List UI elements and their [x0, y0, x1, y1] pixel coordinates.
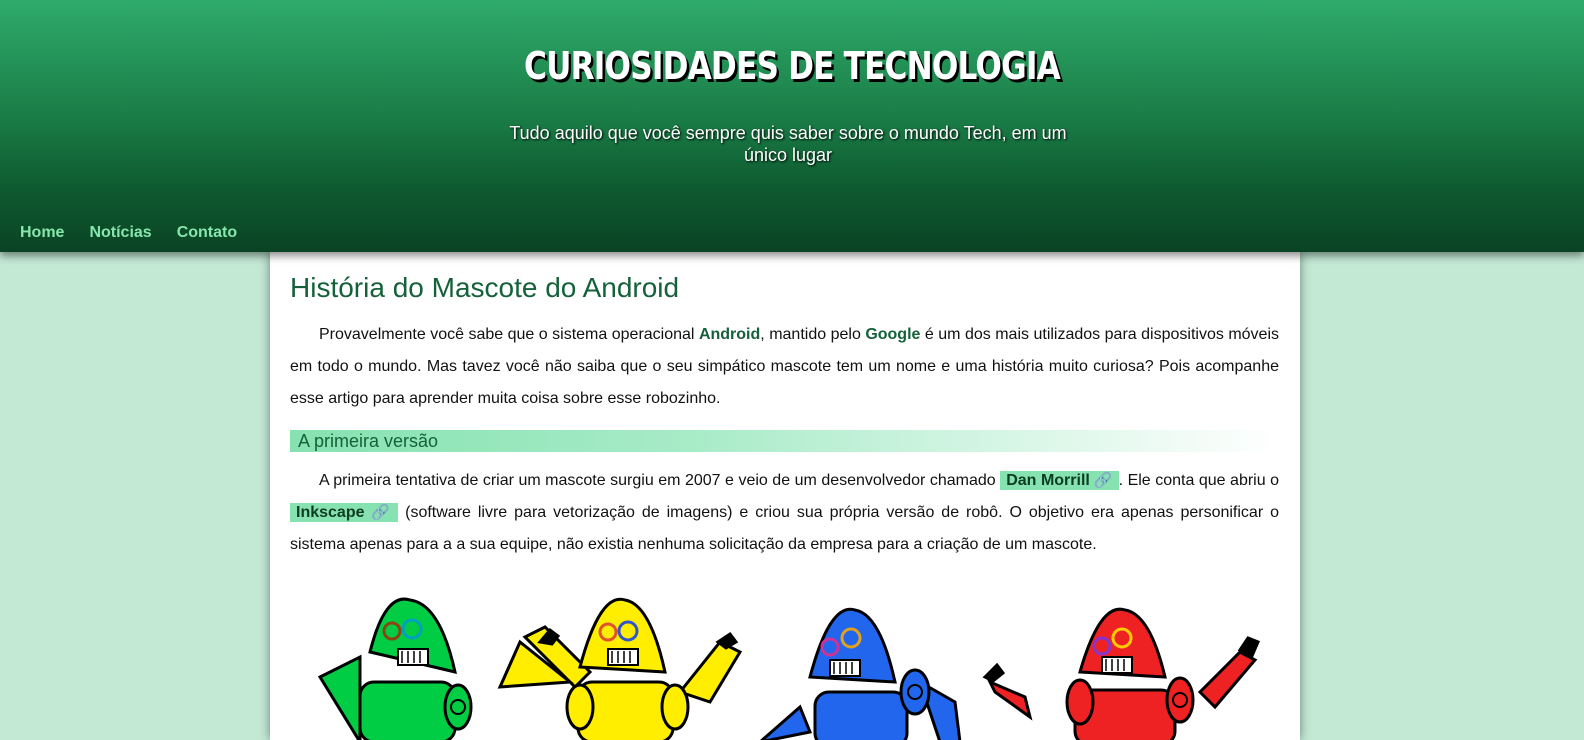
paperclip-icon: 🔗 [1093, 472, 1113, 489]
paperclip-icon: 🔗 [368, 504, 393, 521]
article: História do Mascote do Android Provavelm… [270, 252, 1300, 740]
red-robot [982, 607, 1260, 740]
google-term: Google [865, 326, 921, 343]
site-title: CURIOSIDADES DE TECNOLOGIA [524, 44, 1061, 88]
site-subtitle: Tudo aquilo que você sempre quis saber s… [509, 123, 1067, 165]
inkscape-label: Inkscape [296, 504, 365, 521]
section-text-1: A primeira tentativa de criar um mascote… [319, 472, 1001, 489]
section-text-2: . Ele conta que abriu o [1118, 472, 1280, 489]
article-title: História do Mascote do Android [290, 272, 680, 303]
section-text-3: (software livre para vetorização de imag… [290, 504, 1279, 553]
green-robot [317, 597, 473, 740]
yellow-robot [497, 597, 743, 740]
blue-robot [760, 607, 962, 740]
nav-noticias[interactable]: Notícias [89, 224, 151, 242]
main-nav: Home Notícias Contato [20, 224, 237, 242]
site-header: CURIOSIDADES DE TECNOLOGIA Tudo aquilo q… [0, 0, 1584, 252]
nav-contato[interactable]: Contato [177, 224, 237, 242]
dan-morrill-link[interactable]: Dan Morrill 🔗 [1000, 471, 1119, 490]
robots-image [317, 597, 1260, 740]
section-heading: A primeira versão [290, 430, 1279, 452]
inkscape-link[interactable]: Inkscape 🔗 [290, 503, 399, 522]
intro-text-1: Provavelmente você sabe que o sistema op… [319, 326, 699, 343]
dan-morrill-label: Dan Morrill [1006, 472, 1090, 489]
android-term: Android [698, 326, 761, 343]
nav-home[interactable]: Home [20, 224, 64, 242]
intro-text-2: , mantido pelo [760, 326, 866, 343]
intro-paragraph: Provavelmente você sabe que o sistema op… [290, 319, 1279, 415]
section-paragraph: A primeira tentativa de criar um mascote… [290, 465, 1279, 561]
